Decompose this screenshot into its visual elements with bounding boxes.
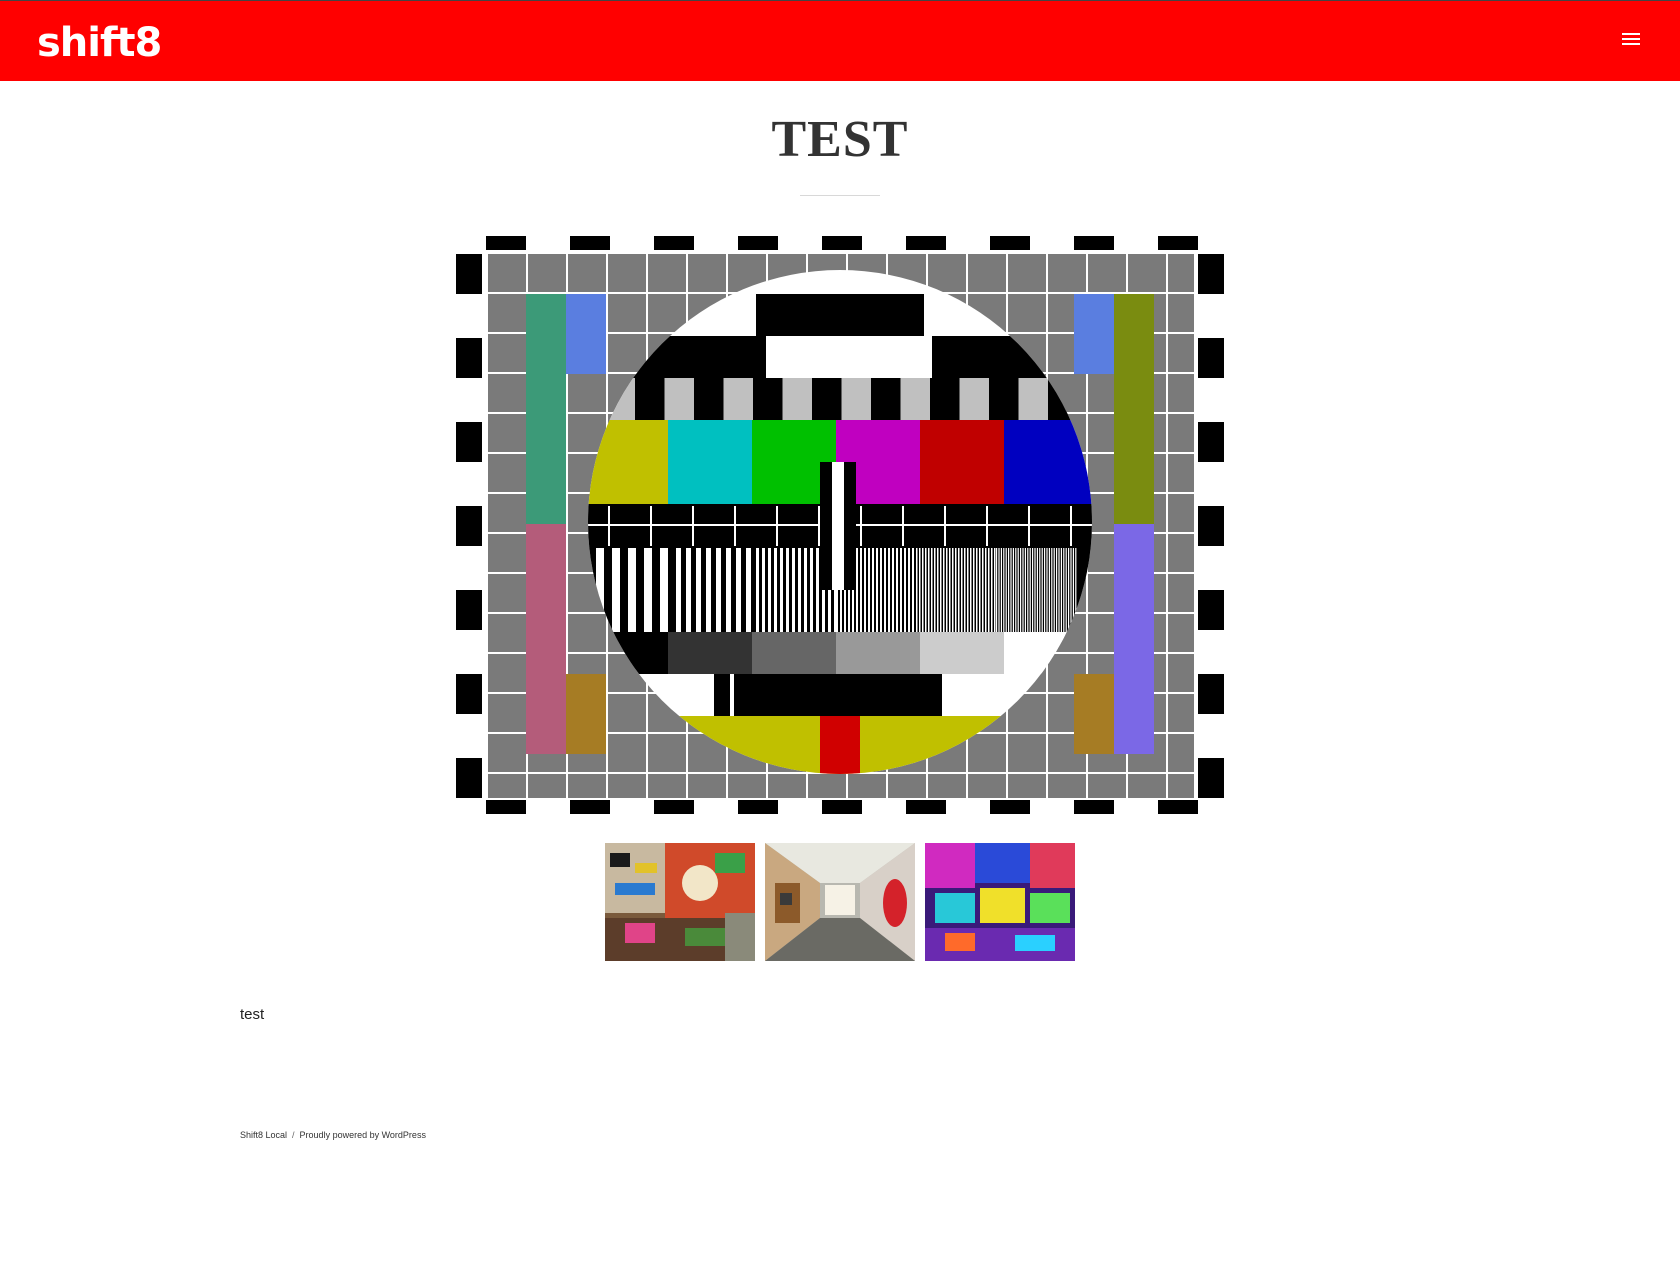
hamburger-menu-icon[interactable]	[1620, 30, 1642, 52]
site-logo[interactable]: shift8	[37, 15, 162, 71]
footer-separator: /	[292, 1130, 295, 1140]
neon-graffiti-thumbnail[interactable]	[925, 843, 1075, 961]
graffiti-tunnel-thumbnail[interactable]	[765, 843, 915, 961]
post-body-text: test	[240, 1006, 265, 1023]
site-header: shift8	[0, 0, 1680, 81]
graffiti-room-thumbnail[interactable]	[605, 843, 755, 961]
footer-site-link[interactable]: Shift8 Local	[240, 1130, 287, 1140]
title-divider	[800, 195, 880, 196]
page-title: TEST	[771, 111, 909, 168]
tv-test-card-image	[456, 236, 1224, 814]
site-footer: Shift8 Local / Proudly powered by WordPres…	[240, 1130, 426, 1140]
footer-wordpress-link[interactable]: Proudly powered by WordPress	[300, 1130, 426, 1140]
